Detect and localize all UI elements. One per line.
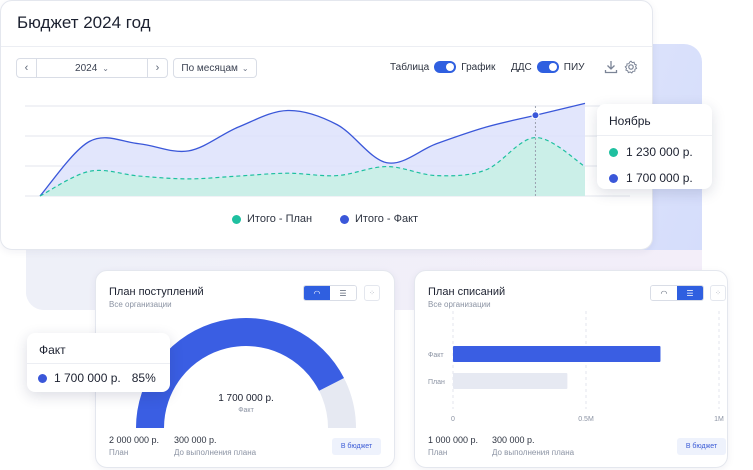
gauge-center-value: 1 700 000 р. [218, 393, 274, 404]
fact-popup-title: Факт [27, 333, 170, 364]
legend-plan-label: Итого - План [247, 213, 313, 225]
expense-remaining-label: До выполнения плана [492, 448, 575, 457]
gear-icon[interactable] [624, 60, 638, 74]
bar-list-icon[interactable]: ☰ [677, 286, 703, 300]
plan-dot [609, 147, 618, 157]
expense-bar-chart: 0 0.5M 1M Факт План [428, 311, 724, 423]
expense-view-switch[interactable]: ◠ ☰ [650, 285, 704, 301]
expense-bar-group: 0 0.5M 1M Факт План [428, 311, 724, 423]
arc-chart-icon[interactable]: ◠ [651, 286, 677, 300]
bar-x-tick: 1M [714, 416, 724, 423]
chart-tooltip: Ноябрь 1 230 000 р. 1 700 000 р. [597, 104, 712, 189]
legend-fact-swatch [340, 214, 349, 224]
fact-dot [38, 373, 47, 383]
download-icon[interactable] [604, 60, 618, 74]
expand-icon[interactable]: ⁘ [710, 285, 726, 301]
table-chart-toggle[interactable]: Таблица График [390, 61, 495, 73]
expense-budget-button[interactable]: В бюджет [677, 438, 726, 455]
budget-area-chart [25, 102, 630, 197]
bar-category-label: Факт [428, 352, 444, 359]
budget-chart-card: Бюджет 2024 год ‹ 2024 ⌄ › По месяцам ⌄ … [0, 0, 653, 250]
gauge-center-label: Факт [238, 407, 254, 414]
expense-remaining-value: 300 000 р. [492, 435, 535, 445]
tooltip-plan-row: 1 230 000 р. [597, 139, 712, 165]
view-toggle-switch[interactable] [434, 61, 457, 73]
toggle-dds-label: ДДС [511, 61, 532, 73]
expense-bar[interactable] [453, 346, 661, 362]
expense-title: План списаний [428, 286, 506, 298]
income-view-switch[interactable]: ◠ ☰ [303, 285, 357, 301]
bar-x-tick: 0.5M [578, 416, 594, 423]
page-title: Бюджет 2024 год [17, 13, 151, 32]
expense-plan-card: План списаний Все организации ◠ ☰ ⁘ 0 0.5… [414, 270, 728, 468]
toggle-piu-label: ПИУ [563, 61, 585, 73]
income-remaining-label: До выполнения плана [174, 448, 257, 457]
income-plan-label: План [109, 448, 129, 457]
year-selector[interactable]: ‹ 2024 ⌄ › [16, 58, 168, 78]
chevron-left-icon[interactable]: ‹ [17, 59, 37, 77]
expense-bar[interactable] [453, 373, 568, 389]
bar-category-label: План [428, 379, 445, 386]
income-caption: Все организации [109, 300, 172, 309]
legend-fact[interactable]: Итого - Факт [340, 213, 418, 225]
report-toggle-switch[interactable] [536, 61, 559, 73]
tooltip-fact-row: 1 700 000 р. [597, 165, 712, 191]
fact-dot [609, 173, 618, 183]
legend-fact-label: Итого - Факт [355, 213, 419, 225]
income-budget-button[interactable]: В бюджет [332, 438, 381, 455]
dds-piu-toggle[interactable]: ДДС ПИУ [511, 61, 585, 73]
hover-point-fact[interactable] [531, 111, 540, 120]
year-dropdown[interactable]: 2024 ⌄ [37, 63, 147, 74]
tooltip-month: Ноябрь [597, 104, 712, 136]
period-select[interactable]: По месяцам ⌄ [173, 58, 257, 78]
bar-list-icon[interactable]: ☰ [330, 286, 356, 300]
fact-popup-row: 1 700 000 р. 85% [27, 364, 170, 392]
tooltip-fact-value: 1 700 000 р. [626, 171, 693, 185]
income-title: План поступлений [109, 286, 204, 298]
year-value: 2024 [75, 62, 98, 74]
chevron-down-icon: ⌄ [241, 63, 249, 73]
expense-plan-label: План [428, 448, 448, 457]
legend-plan-swatch [232, 214, 241, 224]
period-value: По месяцам [181, 62, 238, 74]
expand-icon[interactable]: ⁘ [364, 285, 380, 301]
bar-x-tick: 0 [451, 416, 455, 423]
income-plan-value: 2 000 000 р. [109, 435, 160, 445]
expense-plan-value: 1 000 000 р. [428, 435, 479, 445]
arc-chart-icon[interactable]: ◠ [304, 286, 330, 300]
tooltip-plan-value: 1 230 000 р. [626, 145, 693, 159]
chevron-right-icon[interactable]: › [147, 59, 167, 77]
chevron-down-icon: ⌄ [102, 63, 109, 73]
title-divider [1, 46, 652, 47]
toggle-table-label: Таблица [390, 61, 430, 73]
legend-plan[interactable]: Итого - План [232, 213, 312, 225]
fact-popup-value: 1 700 000 р. [54, 371, 121, 385]
fact-popup: Факт 1 700 000 р. 85% [27, 333, 170, 392]
expense-caption: Все организации [428, 300, 491, 309]
fact-popup-percent: 85% [131, 371, 156, 385]
budget-dashboard: Бюджет 2024 год ‹ 2024 ⌄ › По месяцам ⌄ … [0, 0, 753, 470]
income-remaining-value: 300 000 р. [174, 435, 217, 445]
toggle-chart-label: График [461, 61, 496, 73]
